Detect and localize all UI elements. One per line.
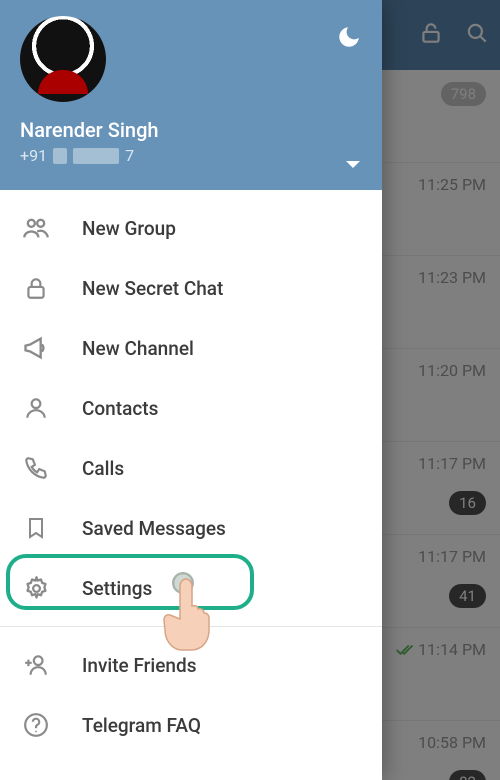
navigation-drawer: Narender Singh +91 7 New Group: [0, 0, 382, 780]
add-person-icon: [22, 651, 50, 679]
user-name: Narender Singh: [20, 118, 362, 142]
help-icon: [22, 711, 50, 739]
menu-invite-friends[interactable]: Invite Friends: [0, 635, 382, 695]
gear-icon: [22, 574, 50, 602]
lock-icon: [22, 274, 50, 302]
account-expand-icon[interactable]: [346, 155, 360, 174]
menu-label: New Channel: [82, 337, 194, 360]
menu-calls[interactable]: Calls: [0, 438, 382, 498]
menu-label: Saved Messages: [82, 517, 226, 540]
menu-label: Invite Friends: [82, 654, 196, 677]
group-icon: [22, 214, 50, 242]
menu-label: Settings: [82, 577, 152, 600]
menu-telegram-faq[interactable]: Telegram FAQ: [0, 695, 382, 755]
menu-new-group[interactable]: New Group: [0, 198, 382, 258]
drawer-header: Narender Singh +91 7: [0, 0, 382, 190]
menu-label: Contacts: [82, 397, 158, 420]
menu-new-channel[interactable]: New Channel: [0, 318, 382, 378]
menu-divider: [0, 626, 382, 627]
user-phone: +91 7: [20, 146, 362, 165]
megaphone-icon: [22, 334, 50, 362]
bookmark-icon: [22, 514, 50, 542]
menu-new-secret-chat[interactable]: New Secret Chat: [0, 258, 382, 318]
menu-settings[interactable]: Settings: [0, 558, 382, 618]
menu-saved-messages[interactable]: Saved Messages: [0, 498, 382, 558]
menu-contacts[interactable]: Contacts: [0, 378, 382, 438]
menu-label: Telegram FAQ: [82, 714, 201, 737]
night-mode-toggle[interactable]: [336, 24, 362, 54]
avatar[interactable]: [20, 16, 106, 102]
menu-label: New Group: [82, 217, 176, 240]
person-icon: [22, 394, 50, 422]
menu-label: New Secret Chat: [82, 277, 223, 300]
menu-label: Calls: [82, 457, 124, 480]
drawer-menu: New Group New Secret Chat New Channel Co…: [0, 190, 382, 780]
phone-icon: [22, 454, 50, 482]
